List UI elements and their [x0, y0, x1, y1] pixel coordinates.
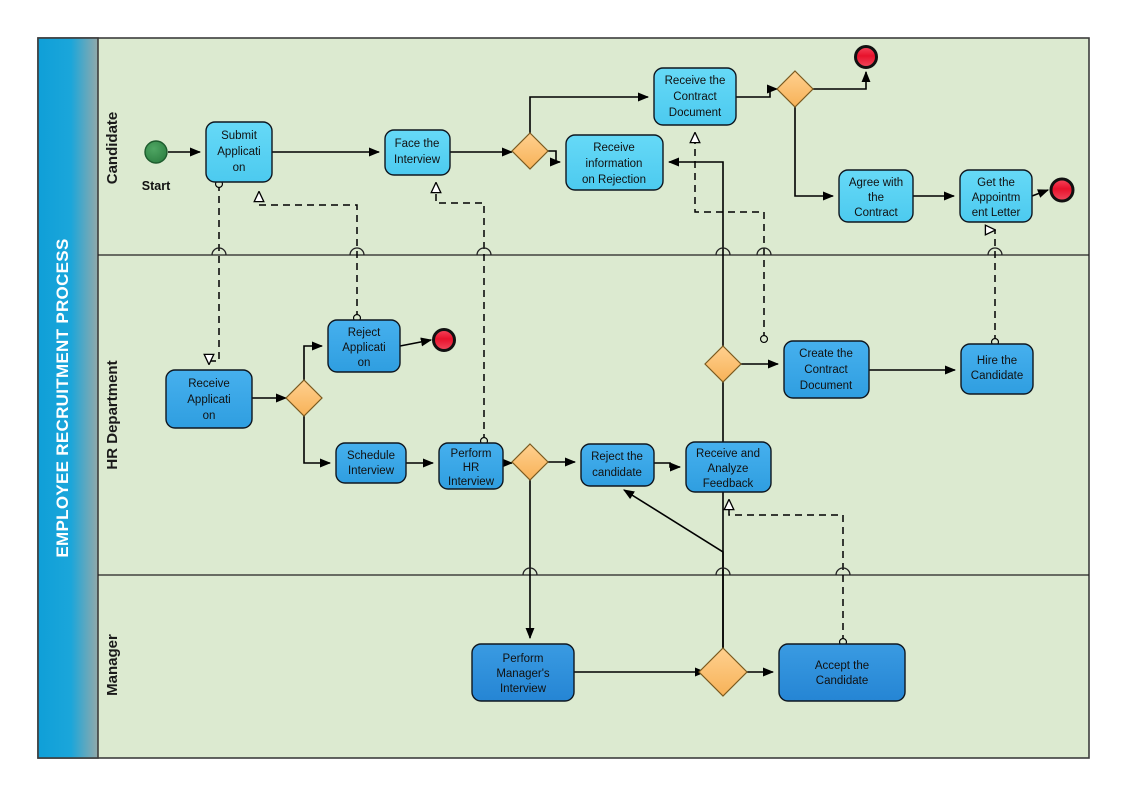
task-schedule-interview-line2: Interview — [348, 465, 395, 477]
task-perform-hr-interview-line3: Interview — [448, 476, 495, 488]
task-get-the-appointment-letter[interactable]: Get the Appointm ent Letter — [959, 169, 1033, 223]
task-receive-analyze-feedback-line3: Feedback — [703, 478, 754, 490]
task-get-appointment-letter-line2: Appointm — [972, 192, 1021, 204]
task-hire-the-candidate[interactable]: Hire the Candidate — [960, 343, 1034, 395]
end-event-contract-rejected[interactable] — [854, 45, 878, 69]
task-submit-application[interactable]: Submit Applicati on — [205, 121, 273, 183]
task-perform-hr-interview-line2: HR — [463, 462, 480, 474]
task-create-contract-line2: Contract — [804, 364, 848, 376]
task-receive-analyze-feedback-line1: Receive and — [696, 448, 760, 460]
task-receive-info-rejection-line1: Receive — [593, 142, 635, 154]
end-event-application-rejected[interactable] — [432, 328, 456, 352]
start-event[interactable] — [144, 140, 168, 164]
task-receive-information-on-rejection[interactable]: Receive information on Rejection — [565, 134, 664, 191]
lane-label-manager: Manager — [104, 634, 121, 696]
task-reject-the-candidate-line2: candidate — [592, 467, 642, 479]
task-reject-the-candidate-line1: Reject the — [591, 451, 643, 463]
task-face-the-interview-line2: Interview — [394, 154, 441, 166]
task-accept-the-candidate-line1: Accept the — [815, 660, 869, 672]
task-create-contract-line1: Create the — [799, 348, 853, 360]
task-receive-and-analyze-feedback[interactable]: Receive and Analyze Feedback — [685, 441, 772, 493]
task-hire-the-candidate-line1: Hire the — [977, 355, 1017, 367]
diagram-canvas: EMPLOYEE RECRUITMENT PROCESS Candidate H… — [0, 0, 1127, 796]
task-agree-contract-line2: the — [868, 192, 884, 204]
task-reject-application-line2: Applicati — [342, 342, 385, 354]
task-get-appointment-letter-line1: Get the — [977, 177, 1015, 189]
task-receive-contract-line3: Document — [669, 107, 722, 119]
task-perform-managers-interview-line1: Perform — [503, 653, 544, 665]
task-perform-managers-interview-line3: Interview — [500, 683, 547, 695]
task-receive-contract-line2: Contract — [673, 91, 717, 103]
task-face-the-interview-line1: Face the — [395, 138, 440, 150]
task-perform-managers-interview-line2: Manager's — [496, 668, 550, 680]
task-face-the-interview[interactable]: Face the Interview — [384, 129, 451, 176]
task-agree-contract-line3: Contract — [854, 207, 898, 219]
task-accept-the-candidate[interactable]: Accept the Candidate — [778, 643, 906, 702]
task-perform-hr-interview[interactable]: Perform HR Interview — [438, 442, 504, 490]
pool-title: EMPLOYEE RECRUITMENT PROCESS — [53, 238, 72, 557]
task-perform-managers-interview[interactable]: Perform Manager's Interview — [471, 643, 575, 702]
task-receive-analyze-feedback-line2: Analyze — [708, 463, 749, 475]
task-reject-application-line3: on — [358, 357, 371, 369]
task-receive-info-rejection-line2: information — [586, 158, 643, 170]
bpmn-swimlane-diagram: EMPLOYEE RECRUITMENT PROCESS Candidate H… — [37, 37, 1090, 759]
start-event-label: Start — [142, 179, 171, 193]
task-receive-application[interactable]: Receive Applicati on — [165, 369, 253, 429]
task-perform-hr-interview-line1: Perform — [451, 448, 492, 460]
task-submit-application-line3: on — [233, 162, 246, 174]
task-reject-application-line1: Reject — [348, 327, 381, 339]
task-receive-contract-line1: Receive the — [665, 75, 726, 87]
task-schedule-interview-line1: Schedule — [347, 450, 395, 462]
lane-label-candidate: Candidate — [104, 112, 121, 185]
lane-label-hr: HR Department — [104, 360, 121, 469]
task-schedule-interview[interactable]: Schedule Interview — [335, 442, 407, 484]
task-receive-the-contract-document[interactable]: Receive the Contract Document — [653, 67, 737, 126]
task-receive-application-line1: Receive — [188, 378, 230, 390]
task-receive-application-line3: on — [203, 410, 216, 422]
task-reject-the-candidate[interactable]: Reject the candidate — [580, 443, 655, 487]
task-submit-application-line1: Submit — [221, 130, 258, 142]
task-receive-info-rejection-line3: on Rejection — [582, 174, 646, 186]
task-submit-application-line2: Applicati — [217, 146, 260, 158]
task-reject-application[interactable]: Reject Applicati on — [327, 319, 401, 373]
end-event-hired[interactable] — [1049, 177, 1075, 203]
task-get-appointment-letter-line3: ent Letter — [972, 207, 1021, 219]
task-create-the-contract-document[interactable]: Create the Contract Document — [783, 340, 870, 399]
task-receive-application-line2: Applicati — [187, 394, 230, 406]
task-hire-the-candidate-line2: Candidate — [971, 370, 1023, 382]
task-agree-with-the-contract[interactable]: Agree with the Contract — [838, 169, 914, 223]
task-accept-the-candidate-line2: Candidate — [816, 675, 868, 687]
task-agree-contract-line1: Agree with — [849, 177, 903, 189]
task-create-contract-line3: Document — [800, 380, 853, 392]
